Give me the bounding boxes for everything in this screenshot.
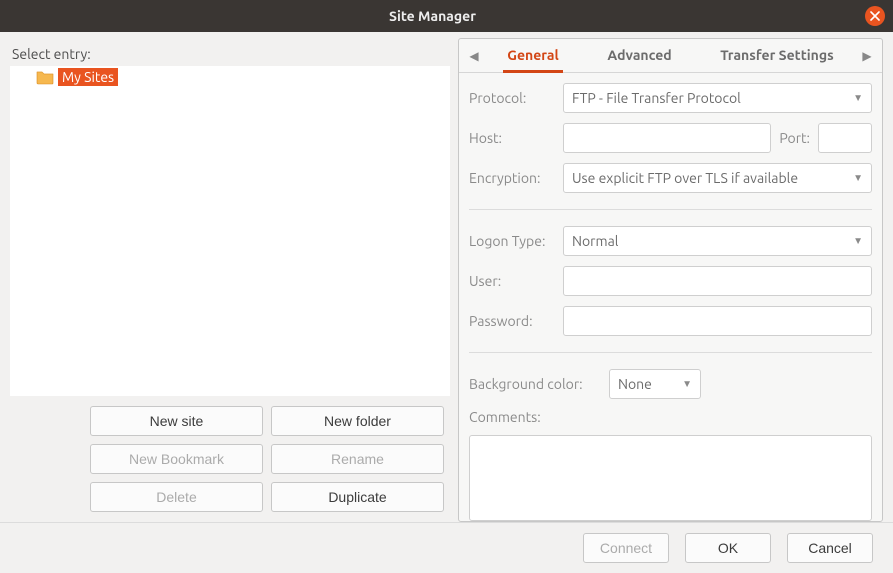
protocol-label: Protocol: (469, 90, 555, 106)
host-input[interactable] (563, 123, 771, 153)
tree-root-label: My Sites (58, 68, 118, 86)
select-entry-label: Select entry: (10, 38, 450, 66)
site-buttons: New site New folder New Bookmark Rename … (10, 396, 450, 522)
window-titlebar: Site Manager (0, 0, 893, 32)
port-label: Port: (779, 130, 810, 146)
new-folder-button[interactable]: New folder (271, 406, 444, 436)
logon-type-value: Normal (572, 233, 618, 249)
bgcolor-value: None (618, 376, 652, 392)
connect-button: Connect (583, 533, 669, 563)
dialog-footer: Connect OK Cancel (0, 522, 893, 573)
tab-advanced[interactable]: Advanced (603, 39, 675, 72)
new-site-button[interactable]: New site (90, 406, 263, 436)
protocol-select[interactable]: FTP - File Transfer Protocol ▼ (563, 83, 872, 113)
encryption-value: Use explicit FTP over TLS if available (572, 170, 798, 186)
bgcolor-label: Background color: (469, 376, 601, 392)
user-label: User: (469, 273, 555, 289)
host-label: Host: (469, 130, 555, 146)
site-tree[interactable]: My Sites (10, 66, 450, 396)
comments-textarea[interactable] (469, 435, 872, 521)
encryption-label: Encryption: (469, 170, 555, 186)
password-input[interactable] (563, 306, 872, 336)
logon-type-label: Logon Type: (469, 233, 555, 249)
tab-general[interactable]: General (503, 39, 563, 73)
logon-type-select[interactable]: Normal ▼ (563, 226, 872, 256)
tab-bar: ◀ General Advanced Transfer Settings ▶ (459, 39, 882, 73)
chevron-down-icon: ▼ (682, 378, 692, 390)
separator (469, 352, 872, 353)
chevron-down-icon: ▼ (853, 235, 863, 247)
chevron-down-icon: ▼ (853, 172, 863, 184)
tab-scroll-right-icon[interactable]: ▶ (858, 49, 876, 63)
tab-scroll-left-icon[interactable]: ◀ (465, 49, 483, 63)
encryption-select[interactable]: Use explicit FTP over TLS if available ▼ (563, 163, 872, 193)
window-title: Site Manager (0, 8, 865, 24)
bgcolor-select[interactable]: None ▼ (609, 369, 701, 399)
delete-button: Delete (90, 482, 263, 512)
separator (469, 209, 872, 210)
user-input[interactable] (563, 266, 872, 296)
chevron-down-icon: ▼ (853, 92, 863, 104)
rename-button: Rename (271, 444, 444, 474)
password-label: Password: (469, 313, 555, 329)
duplicate-button[interactable]: Duplicate (271, 482, 444, 512)
protocol-value: FTP - File Transfer Protocol (572, 90, 741, 106)
folder-icon (36, 68, 54, 86)
comments-label: Comments: (469, 409, 872, 425)
cancel-button[interactable]: Cancel (787, 533, 873, 563)
ok-button[interactable]: OK (685, 533, 771, 563)
close-icon[interactable] (865, 6, 885, 26)
tab-transfer-settings[interactable]: Transfer Settings (716, 39, 837, 72)
new-bookmark-button: New Bookmark (90, 444, 263, 474)
tree-root-my-sites[interactable]: My Sites (10, 66, 122, 88)
port-input[interactable] (818, 123, 872, 153)
